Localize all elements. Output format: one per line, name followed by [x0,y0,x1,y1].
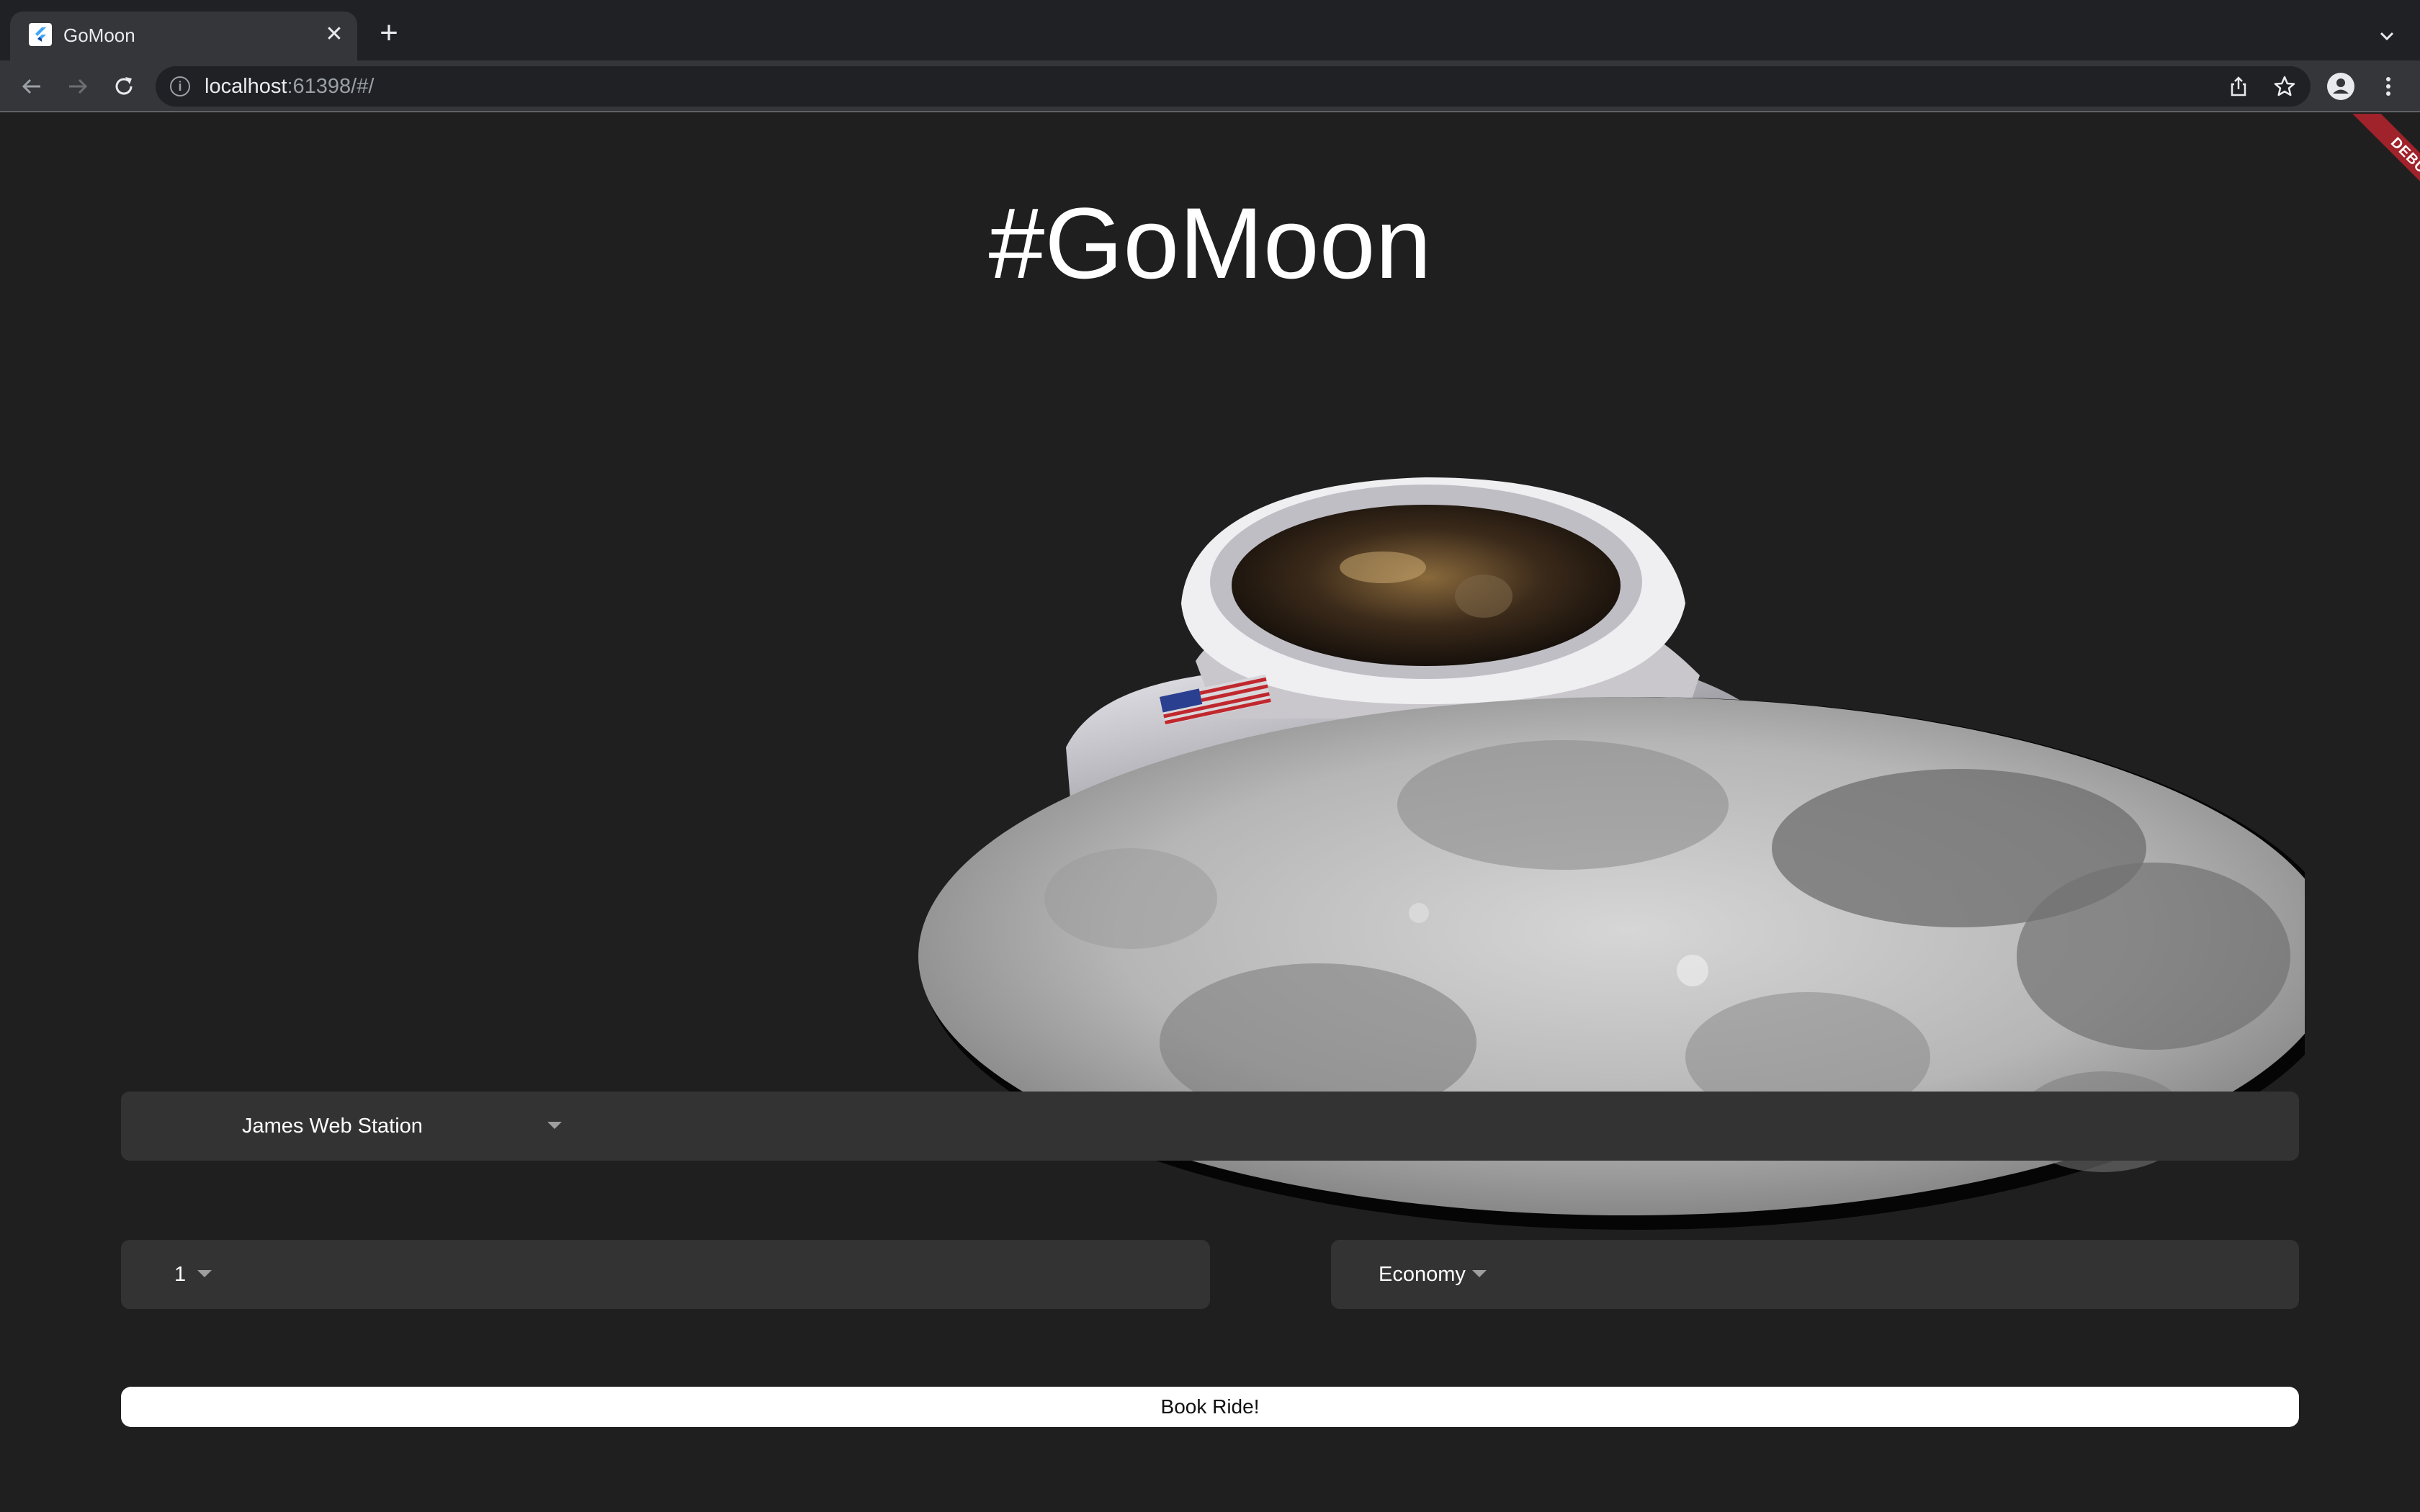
browser-tab[interactable]: GoMoon ✕ [10,12,357,60]
share-icon[interactable] [2223,71,2254,102]
browser-toolbar: i localhost:61398/#/ [0,60,2420,112]
new-tab-button[interactable]: + [373,17,405,50]
url-text: localhost:61398/#/ [205,75,375,98]
destination-dropdown[interactable]: James Web Station [121,1092,2299,1161]
browser-tab-strip: GoMoon ✕ + [0,0,2420,60]
travellers-dropdown[interactable]: 1 [121,1240,1210,1309]
destination-value: James Web Station [242,1115,423,1138]
profile-icon[interactable] [2325,71,2357,102]
travel-class-dropdown[interactable]: Economy [1331,1240,2299,1309]
chevron-down-icon [197,1270,212,1277]
chevron-down-icon[interactable] [2372,22,2401,50]
moon-image [915,683,2348,1273]
close-tab-icon[interactable]: ✕ [321,22,347,48]
star-icon[interactable] [2269,71,2300,102]
book-ride-button[interactable]: Book Ride! [121,1387,2299,1427]
chevron-down-icon [547,1122,562,1129]
arrow-left-icon[interactable] [16,71,48,102]
address-bar[interactable]: i localhost:61398/#/ [156,66,2311,107]
page-title: #GoMoon [988,186,1432,300]
tab-title: GoMoon [63,24,135,46]
travellers-value: 1 [174,1263,187,1286]
kebab-menu-icon[interactable] [2372,71,2404,102]
chevron-down-icon [1472,1270,1487,1277]
flutter-logo-icon [29,23,52,46]
arrow-right-icon[interactable] [62,71,94,102]
info-icon[interactable]: i [170,76,190,96]
travel-class-value: Economy [1379,1263,1466,1286]
app-page: DEBUG #GoMoon James Web Station 1 Econom… [0,114,2420,1512]
reload-icon[interactable] [108,71,140,102]
